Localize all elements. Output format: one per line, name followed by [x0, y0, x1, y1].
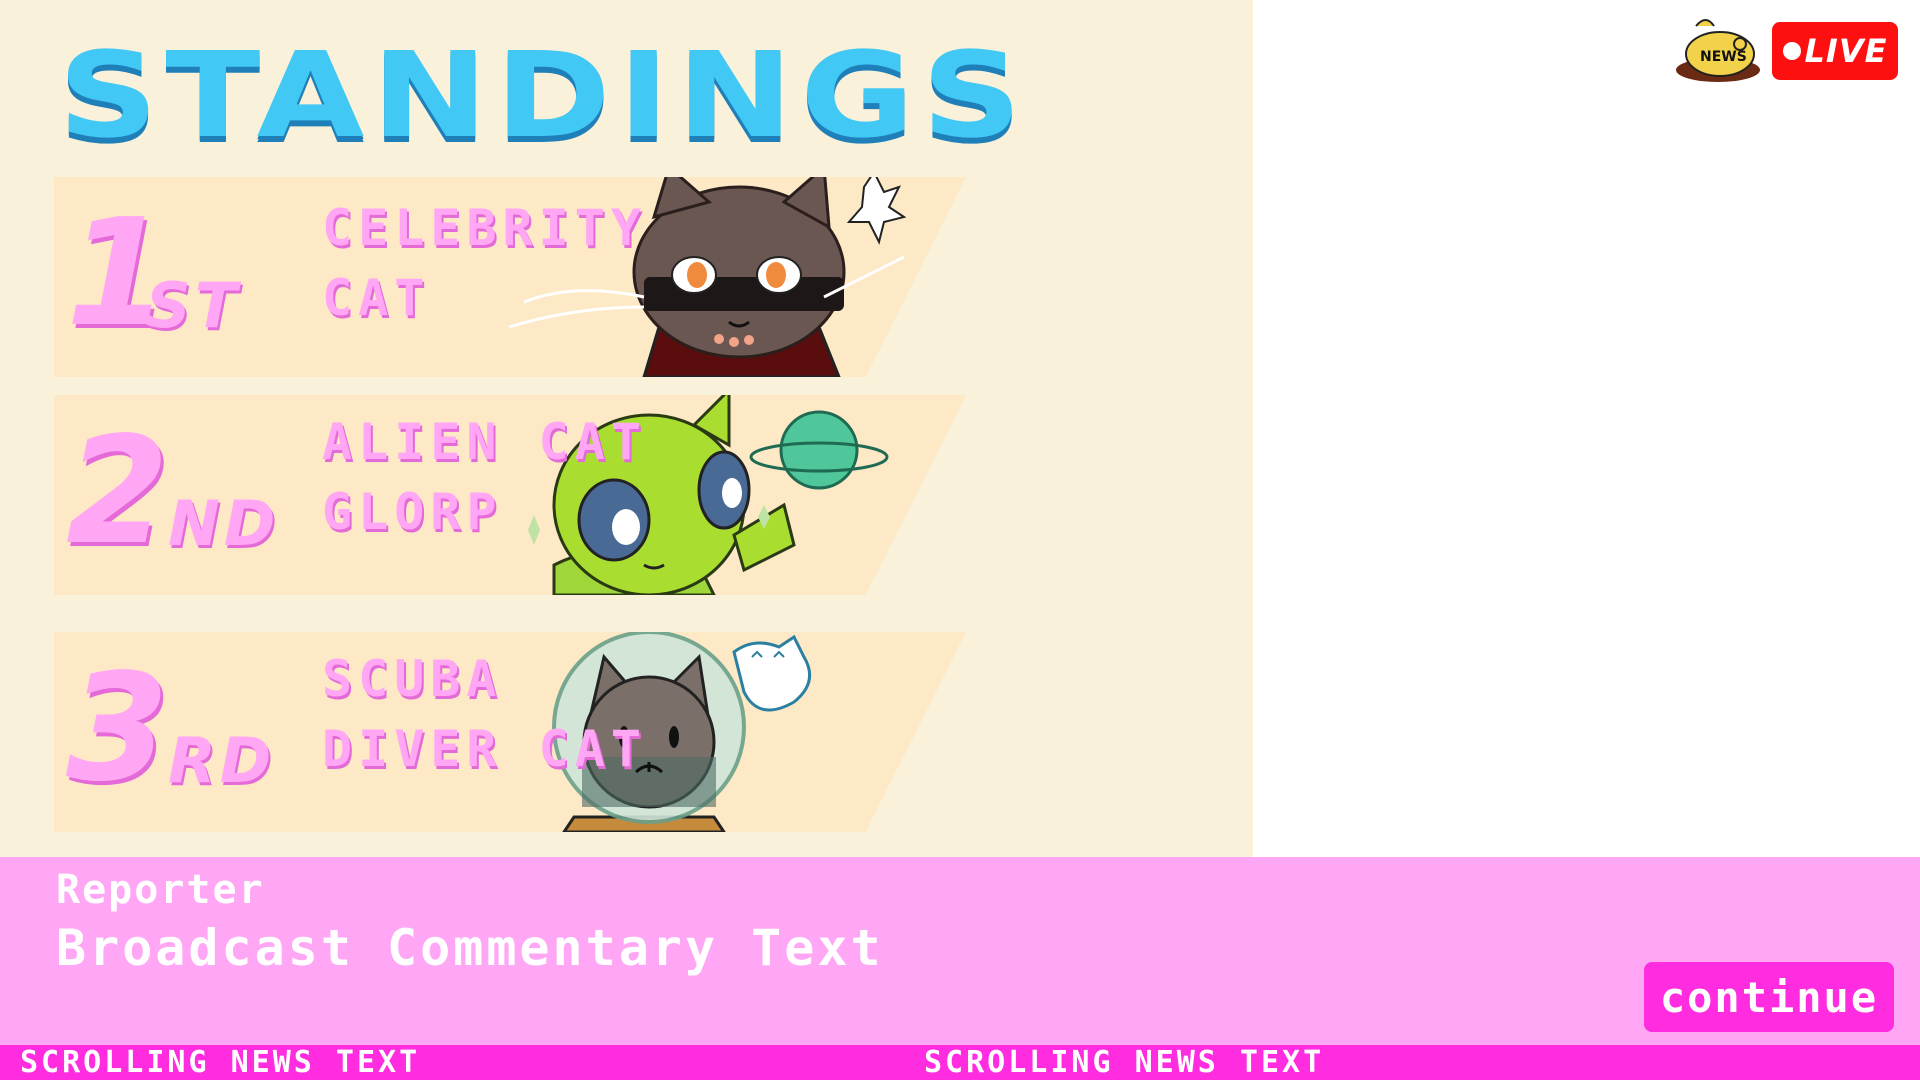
name-line-1: ALIEN CAT [322, 413, 647, 471]
continue-button[interactable]: continue [1644, 962, 1894, 1032]
standings-title: STANDINGS [58, 26, 1029, 164]
live-label: LIVE [1804, 32, 1888, 70]
news-logo-text: NEWS [1700, 49, 1747, 65]
news-mascot-logo: NEWS [1674, 14, 1762, 84]
dialog-box: Reporter Broadcast Commentary Text conti… [0, 857, 1920, 1045]
live-dot-icon [1782, 42, 1801, 60]
game-screen: STANDINGS 1 ST CELEBRITY CAT 2 ND ALIEN … [0, 0, 1920, 1080]
news-ticker: SCROLLING NEWS TEXT SCROLLING NEWS TEXT [0, 1045, 1920, 1080]
standings-row-3: 3 RD SCUBA DIVER CAT [54, 632, 966, 832]
rank-suffix: ST [146, 269, 241, 342]
standings-row-1: 1 ST CELEBRITY CAT [54, 177, 966, 377]
name-line-2: DIVER CAT [322, 720, 647, 778]
standings-row-2: 2 ND ALIEN CAT GLORP [54, 395, 966, 595]
ticker-item: SCROLLING NEWS TEXT [924, 1045, 1325, 1080]
rank-number: 3 [66, 642, 169, 814]
name-line-1: CELEBRITY [322, 199, 647, 257]
rank-suffix: RD [168, 724, 276, 797]
live-badge: LIVE [1772, 22, 1898, 80]
standings-panel: STANDINGS 1 ST CELEBRITY CAT 2 ND ALIEN … [0, 0, 1253, 857]
name-line-2: CAT [322, 269, 431, 327]
name-line-1: SCUBA [322, 650, 503, 708]
ticker-item: SCROLLING NEWS TEXT [20, 1045, 421, 1080]
name-line-2: GLORP [322, 483, 503, 541]
rank-number: 2 [66, 405, 169, 577]
rank-suffix: ND [168, 487, 280, 560]
speaker-name: Reporter [56, 867, 265, 913]
dialog-text: Broadcast Commentary Text [56, 919, 884, 977]
